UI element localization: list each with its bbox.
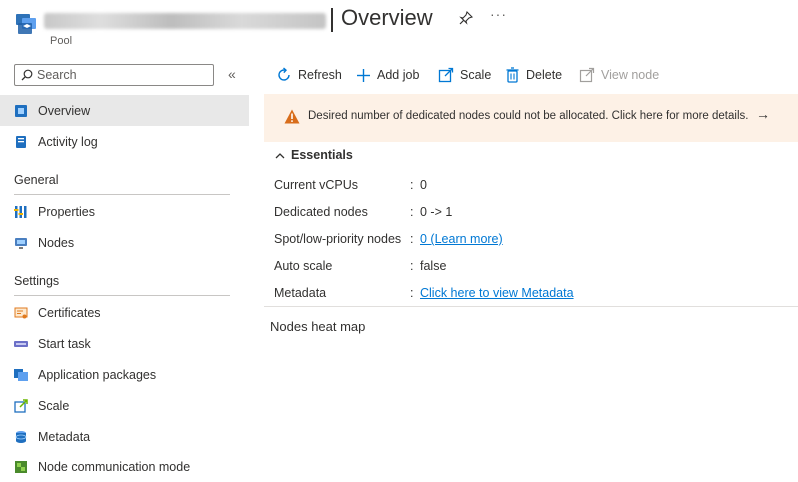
delete-button[interactable]: Delete bbox=[505, 64, 562, 86]
essentials-key: Metadata bbox=[274, 286, 327, 300]
essentials-colon: : bbox=[410, 178, 414, 192]
group-header-general: General bbox=[14, 173, 59, 187]
essentials-divider bbox=[264, 306, 798, 307]
start-task-icon bbox=[14, 337, 28, 351]
essentials-colon: : bbox=[410, 286, 414, 300]
pool-resource-icon bbox=[14, 10, 40, 36]
sidebar-item-label: Properties bbox=[38, 204, 95, 219]
chevron-up-icon[interactable] bbox=[274, 149, 286, 167]
scale-icon bbox=[14, 398, 28, 413]
metadata-link[interactable]: Click here to view Metadata bbox=[420, 286, 574, 300]
search-icon bbox=[21, 69, 33, 81]
properties-icon bbox=[14, 205, 28, 219]
search-box[interactable] bbox=[14, 64, 214, 86]
refresh-icon bbox=[278, 67, 290, 81]
activity-log-icon bbox=[14, 135, 28, 149]
sidebar-item-label: Metadata bbox=[38, 429, 91, 444]
plus-icon bbox=[357, 68, 370, 82]
refresh-button[interactable]: Refresh bbox=[276, 64, 342, 86]
pool-name-redacted bbox=[44, 13, 326, 29]
arrow-right-icon: → bbox=[756, 106, 770, 122]
essentials-key: Auto scale bbox=[274, 259, 333, 273]
certificate-icon bbox=[14, 306, 28, 320]
sidebar-item-label: Start task bbox=[38, 336, 91, 351]
essentials-colon: : bbox=[410, 205, 414, 219]
sidebar-item-nodes[interactable]: Nodes bbox=[0, 227, 249, 258]
sidebar-item-scale[interactable]: Scale bbox=[0, 390, 249, 421]
sidebar-item-properties[interactable]: Properties bbox=[0, 196, 249, 227]
open-external-icon bbox=[579, 67, 595, 83]
nodes-icon bbox=[14, 236, 28, 250]
auto-scale-value: false bbox=[420, 259, 447, 273]
sidebar-item-label: Application packages bbox=[38, 367, 157, 382]
essentials-key: Dedicated nodes bbox=[274, 205, 368, 219]
group-header-settings: Settings bbox=[14, 274, 60, 288]
sidebar-item-label: Nodes bbox=[38, 235, 75, 250]
sidebar-item-label: Activity log bbox=[38, 134, 98, 149]
scale-button[interactable]: Scale bbox=[438, 64, 491, 86]
title-separator bbox=[331, 8, 333, 32]
essentials-colon: : bbox=[410, 232, 414, 246]
node-communication-icon bbox=[14, 460, 28, 474]
view-node-button[interactable]: View node bbox=[579, 64, 659, 86]
metadata-icon bbox=[14, 430, 28, 444]
sidebar-item-label: Overview bbox=[38, 103, 91, 118]
overview-icon bbox=[14, 104, 28, 118]
resource-type-subtitle: Pool bbox=[50, 35, 73, 47]
view-node-label: View node bbox=[601, 68, 660, 82]
sidebar-item-metadata[interactable]: Metadata bbox=[0, 421, 249, 452]
group-divider bbox=[14, 295, 230, 296]
sidebar-item-overview[interactable]: Overview bbox=[0, 95, 249, 126]
refresh-label: Refresh bbox=[298, 68, 342, 82]
current-vcpus-value: 0 bbox=[420, 178, 427, 192]
sidebar-item-label: Node communication mode bbox=[38, 459, 191, 474]
essentials-header[interactable]: Essentials bbox=[291, 148, 353, 162]
essentials-key: Current vCPUs bbox=[274, 178, 359, 192]
trash-icon bbox=[506, 67, 519, 83]
delete-label: Delete bbox=[526, 68, 563, 82]
warning-message: Desired number of dedicated nodes could … bbox=[308, 110, 749, 122]
pin-icon[interactable] bbox=[458, 10, 474, 26]
sidebar-item-node-communication-mode[interactable]: Node communication mode bbox=[0, 451, 249, 482]
sidebar-item-label: Scale bbox=[38, 398, 70, 413]
scale-icon bbox=[438, 67, 454, 83]
more-options-icon[interactable]: ··· bbox=[490, 6, 507, 22]
dedicated-nodes-value: 0 -> 1 bbox=[420, 205, 453, 219]
add-job-button[interactable]: Add job bbox=[356, 64, 419, 86]
sidebar-item-activity-log[interactable]: Activity log bbox=[0, 126, 249, 157]
warning-banner[interactable]: Desired number of dedicated nodes could … bbox=[264, 94, 798, 142]
search-input[interactable] bbox=[37, 66, 207, 84]
spot-nodes-link[interactable]: 0 (Learn more) bbox=[420, 232, 503, 246]
collapse-sidebar-button[interactable]: « bbox=[228, 66, 236, 82]
application-packages-icon bbox=[14, 368, 28, 382]
warning-icon bbox=[284, 109, 300, 124]
sidebar-item-start-task[interactable]: Start task bbox=[0, 328, 249, 359]
essentials-key: Spot/low-priority nodes bbox=[274, 232, 402, 246]
nodes-heat-map-title: Nodes heat map bbox=[270, 319, 366, 334]
essentials-colon: : bbox=[410, 259, 414, 273]
group-divider bbox=[14, 194, 230, 195]
scale-label: Scale bbox=[460, 68, 492, 82]
sidebar-item-certificates[interactable]: Certificates bbox=[0, 297, 249, 328]
page-title: Overview bbox=[341, 5, 433, 30]
sidebar-item-label: Certificates bbox=[38, 305, 101, 320]
add-job-label: Add job bbox=[377, 68, 420, 82]
sidebar-item-application-packages[interactable]: Application packages bbox=[0, 359, 249, 390]
